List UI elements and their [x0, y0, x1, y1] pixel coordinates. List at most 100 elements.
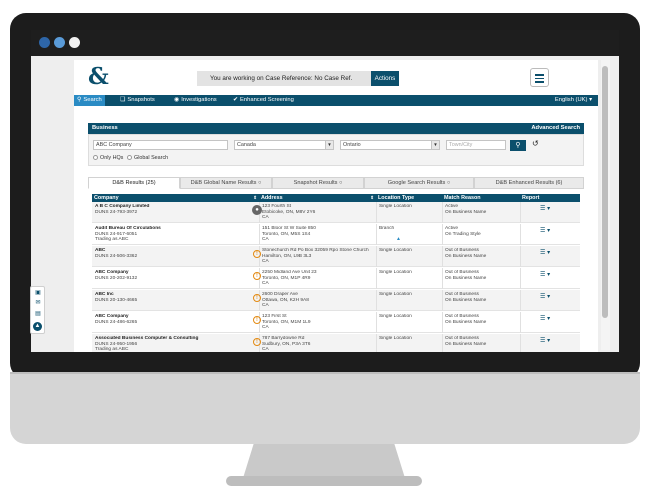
- scroll-top-icon[interactable]: ▲: [33, 322, 42, 331]
- list-icon: ☰: [540, 294, 546, 300]
- tab-label: D&B Global Name Results: [190, 180, 257, 186]
- page-scrollbar[interactable]: [601, 60, 610, 350]
- browser-window: & You are working on Case Reference: No …: [31, 30, 619, 352]
- address-line: CA: [262, 303, 269, 309]
- table-row[interactable]: Associated Business Computer & Consultin…: [92, 334, 580, 352]
- company-name-link[interactable]: A B C Company Limited: [95, 204, 149, 209]
- notes-icon[interactable]: ▤: [33, 310, 43, 319]
- nav-search[interactable]: ⚲ Search: [74, 95, 105, 106]
- checkbox-icon: [93, 155, 98, 160]
- column-header-address[interactable]: Address ⇕: [259, 194, 376, 202]
- column-divider: [442, 246, 443, 267]
- table-row[interactable]: A B C Company Limited DUNS 24-793-3972 ● 12…: [92, 202, 580, 223]
- global-search-checkbox[interactable]: Global Search: [127, 155, 168, 162]
- table-row[interactable]: ABC Inc DUNS 20-130-4665! 2600 Draper Ave O…: [92, 290, 580, 311]
- language-selector[interactable]: English (UK) ▾: [555, 95, 592, 106]
- address-line: CA: [262, 237, 269, 243]
- scrollbar-thumb[interactable]: [602, 66, 608, 318]
- duns-number: DUNS 24-486-6265: [95, 319, 138, 325]
- hamburger-menu-button[interactable]: [530, 68, 549, 87]
- results-tabs: D&B Results (25) D&B Global Name Results…: [88, 177, 584, 189]
- monitor-stand-base: [226, 476, 422, 486]
- column-header-company[interactable]: Company ⇕: [92, 194, 259, 202]
- report-menu-button[interactable]: ☰ ▾: [540, 227, 550, 234]
- address-line: 2600 Draper Ave: [262, 292, 298, 297]
- province-select[interactable]: Ontario ▼: [340, 140, 440, 150]
- tab-dnb-enhanced-results[interactable]: D&B Enhanced Results (6): [474, 177, 584, 189]
- table-row[interactable]: ABC DUNS 24-506-3362! Stonechurch Rd Po Bo…: [92, 246, 580, 267]
- column-header-match-reason: Match Reason: [444, 195, 481, 201]
- window-minimize-dot[interactable]: [54, 37, 65, 48]
- address-line: Toronto, ON, M1P 4R9: [262, 275, 311, 281]
- column-divider: [376, 224, 377, 245]
- report-menu-button[interactable]: ☰ ▾: [540, 315, 550, 322]
- company-name-link[interactable]: Audit Bureau Of Circulations: [95, 226, 161, 231]
- address-cell: 123 Fourth St Etobicoke, ON, M8V 2Y6 CA: [262, 204, 374, 221]
- location-type-cell: Single Location: [379, 314, 412, 319]
- report-menu-button[interactable]: ☰ ▾: [540, 337, 550, 344]
- tab-dnb-global-name-results[interactable]: D&B Global Name Results ○: [180, 177, 272, 189]
- company-name-link[interactable]: ABC Inc: [95, 292, 114, 297]
- nav-investigations[interactable]: ◉ Investigations: [174, 95, 217, 106]
- company-name-link[interactable]: ABC: [95, 248, 105, 253]
- business-search-header: Business Advanced Search: [88, 123, 584, 134]
- report-menu-button[interactable]: ☰ ▾: [540, 271, 550, 278]
- tab-google-search-results[interactable]: Google Search Results ○: [364, 177, 474, 189]
- company-cell: Audit Bureau Of Circulations DUNS 24-917-…: [95, 226, 245, 243]
- company-name-link[interactable]: ABC Company: [95, 270, 129, 275]
- city-input[interactable]: Town/City: [446, 140, 506, 150]
- window-maximize-dot[interactable]: [69, 37, 80, 48]
- column-divider: [376, 334, 377, 352]
- nav-enhanced-screening[interactable]: ✔ Enhanced Screening: [233, 95, 294, 106]
- report-menu-button[interactable]: ☰ ▾: [540, 205, 550, 212]
- eye-icon: ◉: [174, 97, 180, 103]
- warning-icon: !: [253, 294, 261, 302]
- country-select[interactable]: Canada ▼: [234, 140, 334, 150]
- address-cell: 2600 Draper Ave Ottawa, ON, K2H 9A8 CA: [262, 292, 374, 309]
- address-line: CA: [262, 325, 269, 331]
- megaphone-icon[interactable]: ✉: [33, 299, 43, 308]
- location-type-cell: Single Location: [379, 336, 412, 341]
- column-divider: [442, 334, 443, 352]
- actions-button[interactable]: Actions: [371, 71, 399, 86]
- report-menu-button[interactable]: ☰ ▾: [540, 249, 550, 256]
- address-line: 151 Bloor St W Suite 850: [262, 226, 316, 231]
- match-status: Out of Business: [445, 314, 479, 319]
- report-menu-button[interactable]: ☰ ▾: [540, 293, 550, 300]
- address-line: Stonechurch Rd Po Box 32059 Rpo Stone Ch…: [262, 248, 369, 253]
- match-status: Out of Business: [445, 270, 479, 275]
- table-row[interactable]: ABC Company DUNS 24-486-6265! 123 First St…: [92, 312, 580, 333]
- list-icon: ☰: [540, 272, 546, 278]
- table-row[interactable]: ABC Company DUNS 20-202-9132! 2250 Midland…: [92, 268, 580, 289]
- province-select-value: Ontario: [343, 142, 361, 148]
- tab-label: Google Search Results: [387, 180, 446, 186]
- advanced-search-link[interactable]: Advanced Search: [531, 123, 580, 134]
- location-type-cell: Branch: [379, 226, 395, 231]
- dnb-logo[interactable]: &: [88, 65, 109, 89]
- match-status: Out of Business: [445, 248, 479, 253]
- match-status: Out of Business: [445, 336, 479, 341]
- company-name-input[interactable]: ABC Company: [93, 140, 228, 150]
- only-hqs-checkbox[interactable]: Only HQs: [93, 155, 123, 162]
- video-icon[interactable]: ▣: [33, 289, 43, 298]
- reset-icon[interactable]: ↺: [532, 139, 539, 148]
- window-close-dot[interactable]: [39, 37, 50, 48]
- address-line: CA: [262, 281, 269, 287]
- address-cell: 123 First St Toronto, ON, M1M 1L9 CA: [262, 314, 374, 331]
- column-divider: [442, 268, 443, 289]
- match-reason-cell: Active On Trading Style: [445, 226, 517, 237]
- main-navbar: ⚲ Search ❏ Snapshots ◉ Investigations ✔ Enha…: [74, 95, 598, 106]
- table-row[interactable]: Audit Bureau Of Circulations DUNS 24-917-…: [92, 224, 580, 245]
- company-name-link[interactable]: Associated Business Computer & Consultin…: [95, 336, 198, 341]
- tab-dnb-results[interactable]: D&B Results (25): [88, 177, 180, 189]
- case-reference-banner: You are working on Case Reference: No Ca…: [197, 71, 399, 86]
- match-basis: On Business Name: [445, 297, 487, 303]
- match-basis: On Business Name: [445, 319, 487, 325]
- column-divider: [520, 268, 521, 289]
- company-cell: ABC Company DUNS 24-486-6265: [95, 314, 245, 325]
- nav-snapshots[interactable]: ❏ Snapshots: [120, 95, 155, 106]
- search-submit-button[interactable]: ⚲: [510, 140, 526, 151]
- company-name-link[interactable]: ABC Company: [95, 314, 129, 319]
- tab-snapshot-results[interactable]: Snapshot Results ○: [272, 177, 364, 189]
- branch-hierarchy-icon[interactable]: ▲: [396, 236, 401, 242]
